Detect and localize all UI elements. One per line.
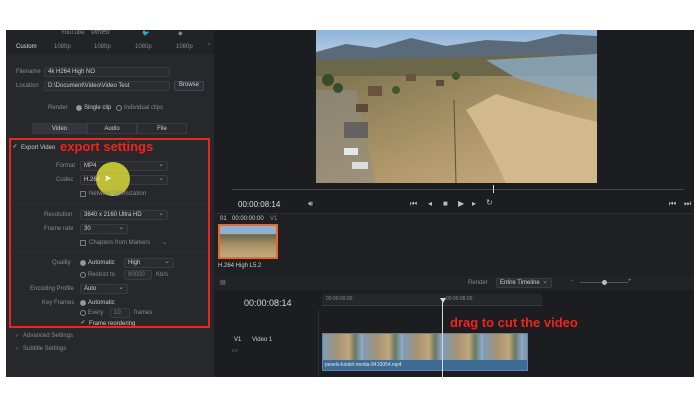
individual-clips-label: Individual clips bbox=[124, 105, 164, 111]
preset-1080p-2[interactable]: 1080p bbox=[94, 44, 111, 50]
tab-video[interactable]: Video bbox=[32, 123, 87, 134]
advanced-settings-expander[interactable]: › bbox=[16, 333, 18, 339]
individual-clips-radio[interactable] bbox=[116, 105, 122, 111]
timeline-playhead-marker[interactable] bbox=[440, 298, 446, 303]
render-label: Render bbox=[48, 105, 68, 111]
zoom-slider-handle[interactable] bbox=[602, 280, 607, 285]
dropbox-icon: ◆ bbox=[178, 31, 183, 37]
tab-file[interactable]: File bbox=[137, 123, 187, 134]
viewer-timecode: 00:00:08:14 bbox=[238, 200, 281, 209]
track-id: V1 bbox=[234, 337, 242, 343]
preset-1080p-1[interactable]: 1080p bbox=[54, 44, 71, 50]
timeline-panel: ▤ Render Entire Timeline − + 00:00:08:14… bbox=[214, 276, 694, 377]
scroll-arrow-icon[interactable]: › bbox=[208, 42, 210, 48]
render-settings-panel: YouTube vimeo 🐦 ◆ Custom 1080p 1080p 108… bbox=[6, 30, 214, 377]
clip-index: 01 bbox=[220, 216, 227, 222]
clip-track-label: V1 bbox=[270, 216, 278, 222]
video-editor-window: YouTube vimeo 🐦 ◆ Custom 1080p 1080p 108… bbox=[6, 30, 694, 377]
clip-start-timecode: 00:00:00:00 bbox=[232, 216, 264, 222]
timeline-toolbar: ▤ Render Entire Timeline − + bbox=[214, 276, 694, 290]
play-icon[interactable]: ▶ bbox=[458, 199, 464, 208]
prev-clip-icon[interactable]: ⏮︎ bbox=[669, 199, 676, 209]
preset-custom[interactable]: Custom bbox=[16, 44, 37, 50]
single-clip-radio[interactable] bbox=[76, 105, 82, 111]
timeline-timecode: 00:00:08:14 bbox=[244, 298, 292, 308]
next-clip-icon[interactable]: ⏭︎ bbox=[684, 199, 691, 209]
track-name: Video 1 bbox=[252, 337, 273, 343]
zoom-out-icon[interactable]: − bbox=[570, 278, 574, 284]
timeline-video-clip[interactable]: pexels-kindel-media-8410054.mp4 bbox=[322, 333, 528, 371]
clip-thumbnail-strip bbox=[323, 334, 527, 360]
single-clip-label: Single clip bbox=[84, 105, 112, 111]
subtitle-settings-expander[interactable]: › bbox=[16, 346, 18, 352]
viewer-playhead[interactable] bbox=[493, 185, 494, 193]
preset-1080p-3[interactable]: 1080p bbox=[135, 44, 152, 50]
youtube-logo: YouTube bbox=[61, 30, 85, 36]
vimeo-logo: vimeo bbox=[91, 30, 110, 36]
preset-1080p-4[interactable]: 1080p bbox=[176, 44, 193, 50]
clip-strip: 01 00:00:00:00 V1 H.264 High L5.2 bbox=[214, 214, 694, 276]
viewer-scrubber-track[interactable] bbox=[232, 189, 684, 190]
ruler-label-start: 00:00:00:00 bbox=[326, 296, 353, 302]
timeline-ruler[interactable] bbox=[322, 294, 542, 306]
zoom-in-icon[interactable]: + bbox=[628, 278, 632, 284]
stop-icon[interactable]: ■ bbox=[443, 199, 448, 208]
loop-icon[interactable]: ↻ bbox=[486, 198, 493, 207]
step-back-icon[interactable]: ◂ bbox=[428, 199, 432, 208]
track-header-divider bbox=[318, 310, 319, 377]
filename-input[interactable]: 4k H264 High NO bbox=[44, 67, 170, 77]
timeline-view-icon[interactable]: ▤ bbox=[220, 279, 226, 286]
tab-audio[interactable]: Audio bbox=[87, 123, 137, 134]
location-input[interactable]: D:\Document\Video\Video Test bbox=[44, 81, 170, 91]
clip-name: H.264 High L5.2 bbox=[218, 263, 262, 269]
advanced-settings-label[interactable]: Advanced Settings bbox=[23, 333, 73, 339]
browse-button[interactable]: Browse bbox=[174, 81, 204, 91]
render-range-dropdown[interactable]: Entire Timeline bbox=[496, 278, 552, 288]
drag-to-cut-annotation: drag to cut the video bbox=[450, 315, 578, 330]
step-forward-icon[interactable]: ▸ bbox=[472, 199, 476, 208]
timeline-clip-filename: pexels-kindel-media-8410054.mp4 bbox=[325, 362, 402, 368]
volume-icon[interactable]: 🔊︎ bbox=[308, 199, 313, 209]
track-display-icon[interactable]: ▭ bbox=[232, 347, 238, 354]
subtitle-settings-label[interactable]: Subtitle Settings bbox=[23, 346, 66, 352]
clip-thumbnail[interactable] bbox=[218, 224, 278, 259]
filename-label: Filename bbox=[16, 69, 41, 75]
export-settings-annotation: export settings bbox=[60, 139, 154, 154]
preset-bar: YouTube vimeo 🐦 ◆ Custom 1080p 1080p 108… bbox=[6, 30, 214, 54]
ruler-label-mid: 00:00:08:00 bbox=[446, 296, 473, 302]
timeline-playhead[interactable] bbox=[442, 302, 443, 377]
skip-to-start-icon[interactable]: ⏮︎ bbox=[410, 199, 417, 209]
video-frame-image bbox=[316, 30, 597, 183]
twitter-icon: 🐦 bbox=[142, 31, 150, 37]
export-settings-highlight-box bbox=[9, 138, 210, 328]
location-label: Location bbox=[16, 83, 39, 89]
video-preview[interactable] bbox=[316, 30, 597, 183]
render-range-label: Render bbox=[468, 280, 488, 286]
